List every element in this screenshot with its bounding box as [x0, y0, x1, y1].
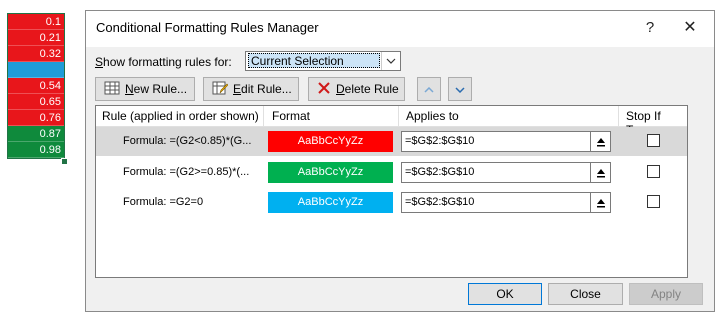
cell-g4[interactable]: 0.32: [8, 46, 64, 62]
range-select-icon[interactable]: [590, 132, 610, 151]
title-bar: Conditional Formatting Rules Manager ? ✕: [86, 11, 714, 47]
rule-row[interactable]: Formula: =G2=0 AaBbCcYyZz =$G$2:$G$10: [96, 188, 687, 217]
show-rules-value: Current Selection: [248, 53, 380, 68]
cell-g5[interactable]: [8, 62, 64, 78]
cell-g3[interactable]: 0.21: [8, 30, 64, 46]
column-divider: [263, 106, 264, 126]
help-button[interactable]: ?: [636, 15, 664, 41]
ok-button[interactable]: OK: [468, 283, 542, 305]
rule-formula: Formula: =(G2>=0.85)*(...: [123, 166, 250, 178]
delete-rule-button[interactable]: Delete Rule: [308, 77, 405, 101]
rules-grid-header: Rule (applied in order shown) Format App…: [96, 106, 687, 137]
apply-button[interactable]: Apply: [629, 283, 703, 305]
range-select-icon[interactable]: [590, 193, 610, 212]
selected-cell-range[interactable]: 0.1 0.21 0.32 0.54 0.65 0.76 0.87 0.98: [7, 13, 65, 159]
spreadsheet-area: 0.1 0.21 0.32 0.54 0.65 0.76 0.87 0.98: [0, 0, 90, 312]
format-preview[interactable]: AaBbCcYyZz: [268, 192, 393, 213]
format-preview[interactable]: AaBbCcYyZz: [268, 162, 393, 183]
close-icon[interactable]: ✕: [676, 15, 704, 41]
show-rules-label: Show formatting rules for:: [95, 55, 232, 69]
move-down-button[interactable]: [448, 77, 472, 101]
stop-if-true-checkbox[interactable]: [647, 195, 660, 208]
cell-g7[interactable]: 0.65: [8, 94, 64, 110]
range-select-icon[interactable]: [590, 163, 610, 182]
format-preview[interactable]: AaBbCcYyZz: [268, 131, 393, 152]
cell-g10[interactable]: 0.98: [8, 142, 64, 158]
dialog-title: Conditional Formatting Rules Manager: [96, 20, 319, 35]
edit-rule-label: Edit Rule...: [233, 82, 292, 96]
rule-formula: Formula: =G2=0: [123, 196, 204, 208]
chevron-up-icon: [424, 82, 434, 96]
cell-g2[interactable]: 0.1: [8, 14, 64, 30]
applies-to-input[interactable]: =$G$2:$G$10: [401, 162, 611, 183]
column-header-rule: Rule (applied in order shown): [102, 109, 259, 123]
conditional-formatting-dialog: Conditional Formatting Rules Manager ? ✕…: [85, 10, 715, 312]
edit-rule-button[interactable]: Edit Rule...: [203, 77, 299, 101]
cell-g8[interactable]: 0.76: [8, 110, 64, 126]
column-divider: [618, 106, 619, 126]
delete-icon: [317, 81, 331, 98]
delete-rule-label: Delete Rule: [336, 82, 399, 96]
cell-g6[interactable]: 0.54: [8, 78, 64, 94]
edit-rule-icon: [212, 81, 229, 98]
rule-row[interactable]: Formula: =(G2>=0.85)*(... AaBbCcYyZz =$G…: [96, 158, 687, 187]
rule-formula: Formula: =(G2<0.85)*(G...: [123, 135, 252, 147]
stop-if-true-checkbox[interactable]: [647, 134, 660, 147]
new-rule-icon: [104, 81, 120, 98]
column-divider: [398, 106, 399, 126]
close-button[interactable]: Close: [548, 283, 623, 305]
chevron-down-icon[interactable]: [381, 52, 400, 70]
move-up-button[interactable]: [417, 77, 441, 101]
column-header-applies: Applies to: [406, 109, 459, 123]
applies-to-value: =$G$2:$G$10: [405, 166, 475, 178]
fill-handle[interactable]: [61, 158, 68, 165]
applies-to-input[interactable]: =$G$2:$G$10: [401, 192, 611, 213]
show-rules-row: Show formatting rules for: Current Selec…: [95, 51, 401, 71]
applies-to-input[interactable]: =$G$2:$G$10: [401, 131, 611, 152]
cell-g9[interactable]: 0.87: [8, 126, 64, 142]
applies-to-value: =$G$2:$G$10: [405, 135, 475, 147]
column-header-format: Format: [272, 109, 311, 123]
new-rule-button[interactable]: New Rule...: [95, 77, 195, 101]
chevron-down-icon: [455, 82, 465, 96]
rules-grid: Rule (applied in order shown) Format App…: [95, 105, 688, 278]
stop-if-true-checkbox[interactable]: [647, 165, 660, 178]
show-rules-select[interactable]: Current Selection: [245, 51, 401, 71]
new-rule-label: New Rule...: [125, 82, 188, 96]
applies-to-value: =$G$2:$G$10: [405, 196, 475, 208]
rule-row[interactable]: Formula: =(G2<0.85)*(G... AaBbCcYyZz =$G…: [96, 127, 687, 156]
